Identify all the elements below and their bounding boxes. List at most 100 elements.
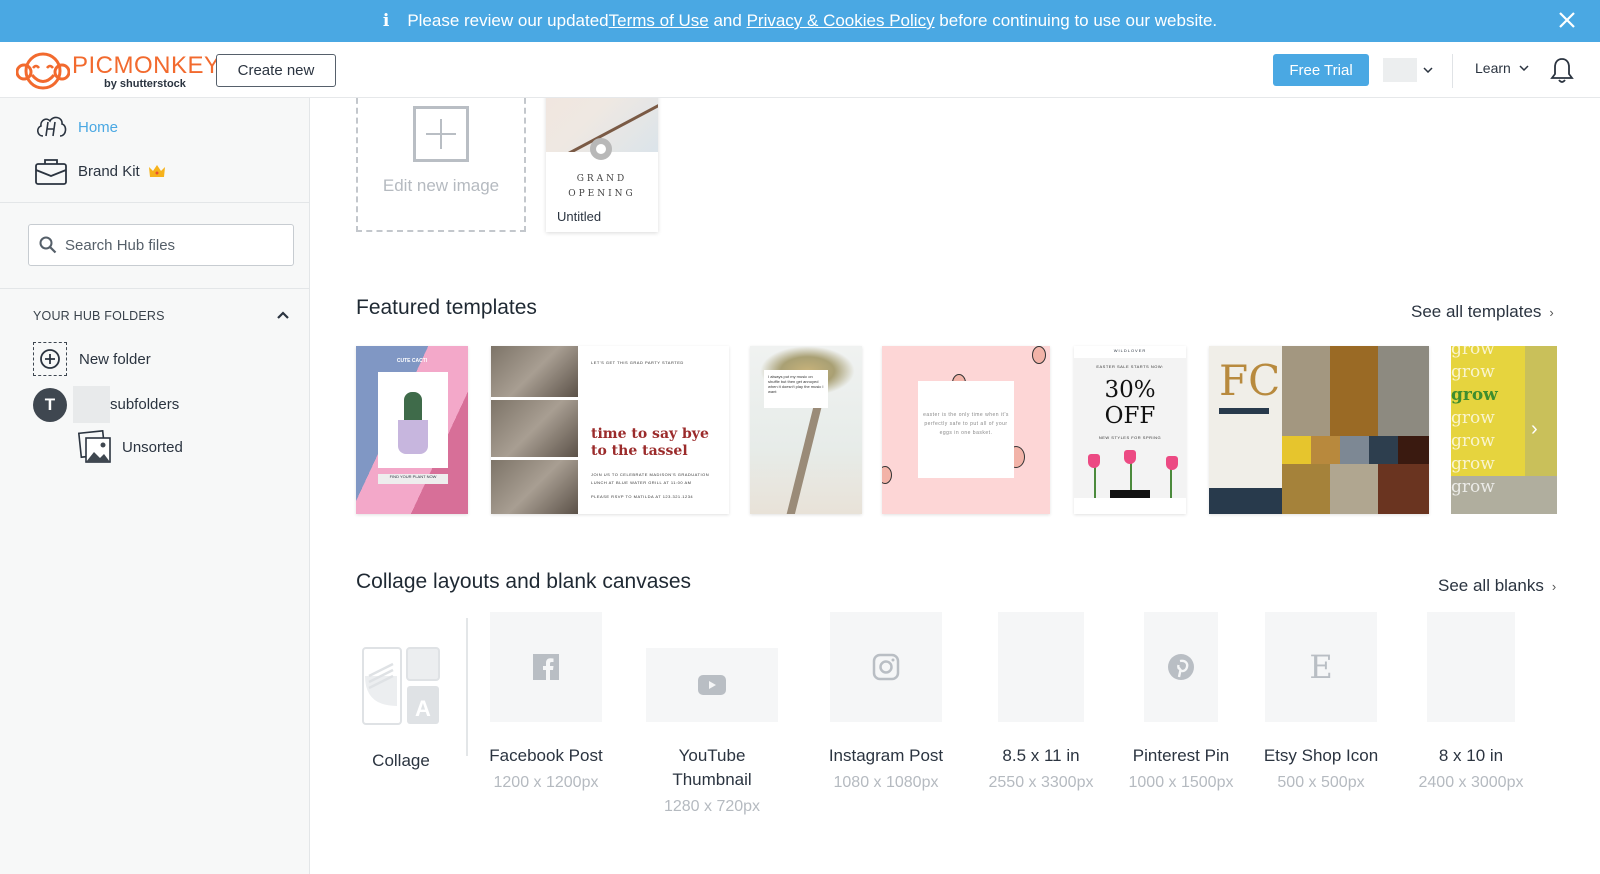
template-text: grow xyxy=(1451,454,1495,474)
home-label: Home xyxy=(78,118,119,136)
see-all-templates-link[interactable]: See all templates › xyxy=(1411,302,1554,322)
collage-divider xyxy=(466,618,468,756)
template-text: I always put my music on shuffle but the… xyxy=(764,370,828,408)
blank-thumbnail xyxy=(1144,612,1218,722)
privacy-policy-link[interactable]: Privacy & Cookies Policy xyxy=(747,11,935,31)
blank-instagram-post[interactable]: Instagram Post 1080 x 1080px xyxy=(821,612,951,792)
template-card[interactable]: easter is the only time when it's perfec… xyxy=(882,346,1050,514)
blank-letter-size[interactable]: 8.5 x 11 in 2550 x 3300px xyxy=(976,612,1106,792)
chevron-down-icon xyxy=(1423,67,1433,73)
hub-folders-header: YOUR HUB FOLDERS xyxy=(33,309,165,323)
instagram-icon xyxy=(872,653,900,681)
template-text: easter is the only time when it's perfec… xyxy=(918,381,1014,478)
plus-icon xyxy=(413,106,469,162)
egg-decoration xyxy=(1032,346,1046,364)
template-card[interactable]: LET'S GET THIS GRAD PARTY STARTED time t… xyxy=(491,346,729,514)
blank-etsy-shop-icon[interactable]: E Etsy Shop Icon 500 x 500px xyxy=(1256,612,1386,792)
header-divider xyxy=(1452,54,1453,88)
top-header: PICMONKEY by shutterstock Create new Fre… xyxy=(0,42,1600,98)
blank-name: Facebook Post xyxy=(489,746,603,765)
chevron-up-icon[interactable] xyxy=(276,310,290,320)
blank-thumbnail xyxy=(646,648,778,722)
unsorted-label: Unsorted xyxy=(122,438,183,456)
picmonkey-logo[interactable]: PICMONKEY by shutterstock xyxy=(16,50,220,92)
blank-name: 8.5 x 11 in xyxy=(1002,746,1080,765)
blank-size: 1280 x 720px xyxy=(663,798,761,815)
template-text: PLEASE RSVP TO MATILDA AT 123.321.1234 xyxy=(591,494,694,499)
info-icon: i xyxy=(382,11,390,31)
crown-icon xyxy=(148,165,165,177)
template-text: FC xyxy=(1219,356,1281,405)
blank-thumbnail: E xyxy=(1265,612,1377,722)
featured-templates-title: Featured templates xyxy=(356,296,537,319)
unsorted-folder[interactable]: Unsorted xyxy=(78,430,183,464)
blank-name: Pinterest Pin xyxy=(1132,746,1230,765)
recent-design-card[interactable]: GRAND OPENING Untitled xyxy=(546,98,658,232)
blank-pinterest-pin[interactable]: Pinterest Pin 1000 x 1500px xyxy=(1121,612,1241,792)
template-text: NEW STYLES FOR SPRING xyxy=(1098,435,1162,440)
see-all-blanks-link[interactable]: See all blanks › xyxy=(1438,576,1556,596)
images-icon xyxy=(78,430,111,463)
account-menu[interactable] xyxy=(1383,58,1433,82)
blank-name: 8 x 10 in xyxy=(1438,746,1504,765)
template-text: WILDLOVER xyxy=(1113,348,1147,353)
chevron-down-icon xyxy=(1519,65,1529,71)
sidebar-item-home[interactable]: Home xyxy=(34,112,118,142)
template-text: grow xyxy=(1451,408,1495,428)
template-photo xyxy=(491,460,578,514)
etsy-icon: E xyxy=(1309,648,1333,686)
new-folder-label: New folder xyxy=(79,350,151,368)
template-card[interactable]: I always put my music on shuffle but the… xyxy=(750,346,862,514)
sidebar-divider xyxy=(0,288,310,289)
template-text: EASTER SALE STARTS NOW: xyxy=(1096,364,1164,369)
search-hub-input[interactable] xyxy=(65,236,285,254)
logo-by-text: by shutterstock xyxy=(104,78,186,90)
template-card[interactable]: CUTE CACTI FIND YOUR PLANT NOW xyxy=(356,346,468,514)
new-folder-button[interactable]: New folder xyxy=(33,342,151,376)
terms-of-use-link[interactable]: Terms of Use xyxy=(609,11,709,31)
sidebar: Home Brand Kit YOUR HUB FOLDERS New fold… xyxy=(0,98,310,874)
policy-banner: i Please review our updated Terms of Use… xyxy=(0,0,1600,42)
learn-label: Learn xyxy=(1475,60,1511,76)
blank-name: YouTube Thumbnail xyxy=(672,746,752,789)
template-text: OFF xyxy=(1104,403,1156,429)
collage-label: Collage xyxy=(372,751,430,770)
blank-size: 1200 x 1200px xyxy=(493,774,599,791)
blank-facebook-post[interactable]: Facebook Post 1200 x 1200px xyxy=(481,612,611,792)
learn-menu[interactable]: Learn xyxy=(1475,60,1529,76)
create-new-button[interactable]: Create new xyxy=(216,54,336,87)
blanks-section-title: Collage layouts and blank canvases xyxy=(356,570,692,593)
template-card[interactable]: grow grow grow grow grow grow grow › xyxy=(1451,346,1557,514)
next-templates-arrow-icon[interactable]: › xyxy=(1531,418,1538,441)
template-text: grow xyxy=(1451,431,1495,451)
close-icon[interactable] xyxy=(1556,9,1578,31)
edit-new-image-button[interactable]: Edit new image xyxy=(356,98,526,232)
template-card[interactable]: FC xyxy=(1209,346,1429,514)
add-folder-icon xyxy=(33,342,67,376)
blank-youtube-thumbnail[interactable]: YouTube Thumbnail 1280 x 720px xyxy=(646,612,778,816)
blank-thumbnail xyxy=(1427,612,1515,722)
banner-text-mid: and xyxy=(708,11,747,30)
sidebar-item-brand-kit[interactable]: Brand Kit xyxy=(34,156,166,186)
free-trial-button[interactable]: Free Trial xyxy=(1273,54,1369,86)
template-text: grow xyxy=(1451,362,1495,382)
blank-size: 1080 x 1080px xyxy=(833,774,939,791)
search-hub-field[interactable] xyxy=(28,224,294,266)
logo-brand-text: PICMONKEY xyxy=(72,52,221,79)
template-card[interactable]: WILDLOVER EASTER SALE STARTS NOW: 30% OF… xyxy=(1074,346,1186,514)
monkey-logo-icon xyxy=(16,52,70,90)
template-text: LET'S GET THIS GRAD PARTY STARTED xyxy=(591,360,684,365)
briefcase-icon xyxy=(35,159,67,185)
youtube-icon xyxy=(698,675,726,695)
bell-icon[interactable] xyxy=(1550,56,1574,84)
template-image: EASTER SALE STARTS NOW: 30% OFF NEW STYL… xyxy=(1074,358,1186,498)
recent-design-title: Untitled xyxy=(557,209,602,224)
banner-text-after: before continuing to use our website. xyxy=(934,11,1218,30)
template-text: LUNCH AT BLUE WATER GRILL AT 11:00 AM xyxy=(591,480,692,485)
template-text: CUTE CACTI xyxy=(396,358,428,364)
collage-button[interactable]: A Collage xyxy=(361,646,441,771)
collage-icon: A xyxy=(362,647,440,725)
blank-size: 2400 x 3000px xyxy=(1418,774,1524,791)
team-folder[interactable]: T subfolders xyxy=(33,386,179,423)
blank-8x10[interactable]: 8 x 10 in 2400 x 3000px xyxy=(1413,612,1529,792)
